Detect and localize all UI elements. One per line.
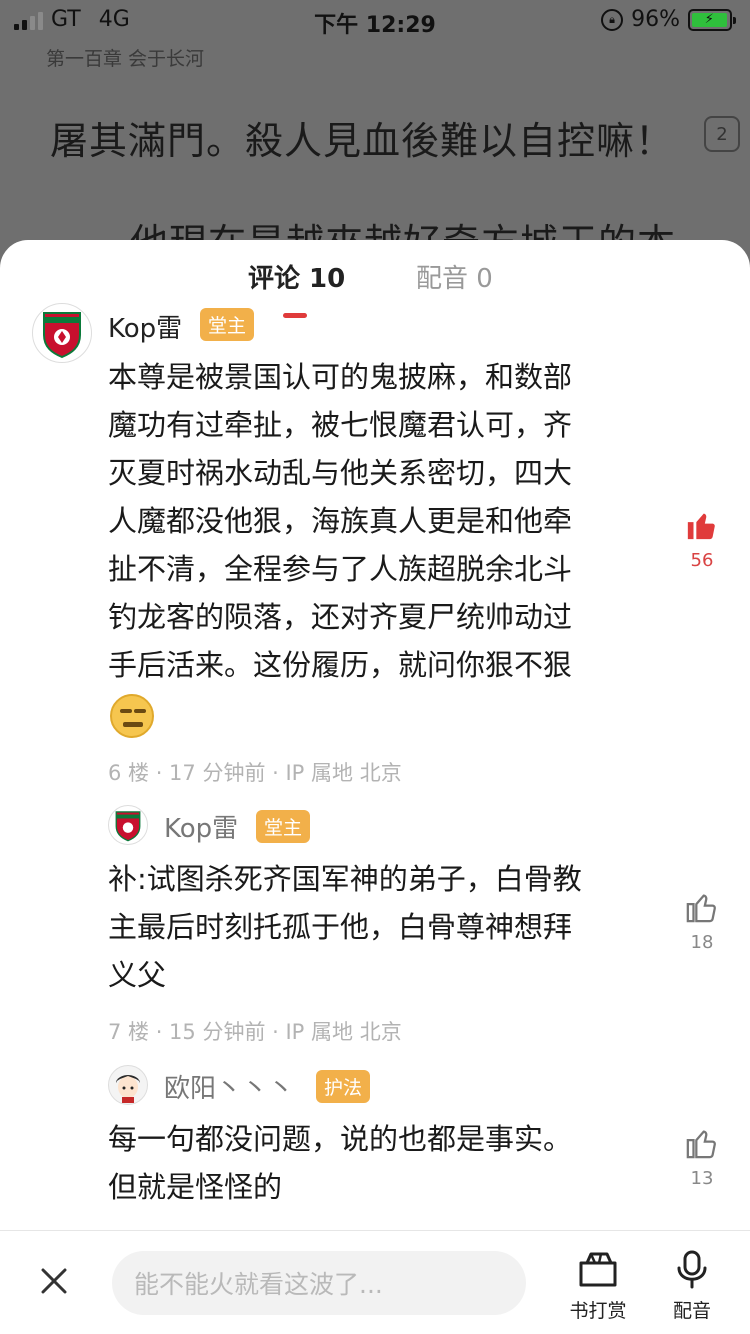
comment-text-line: 主最后时刻托孤于他，白骨尊神想拜 bbox=[108, 910, 573, 944]
thumbs-up-icon bbox=[686, 1130, 716, 1159]
role-badge: 堂主 bbox=[200, 308, 255, 341]
liverpool-crest-avatar[interactable] bbox=[32, 303, 92, 363]
comment-text-line: 但就是怪怪的 bbox=[108, 1170, 283, 1204]
close-icon bbox=[41, 1268, 67, 1294]
bottom-bar: 能不能火就看这波了... 书打赏 配音 bbox=[0, 1230, 750, 1334]
like-count: 56 bbox=[690, 550, 714, 571]
chapter-title: 第一百章 会于长河 bbox=[46, 48, 205, 70]
orientation-lock-icon: 🔒︎ bbox=[601, 8, 624, 31]
like-button[interactable]: 56 bbox=[672, 508, 732, 571]
user-avatar[interactable] bbox=[108, 1065, 148, 1105]
like-count: 13 bbox=[690, 1168, 714, 1189]
username[interactable]: Kop雷 bbox=[164, 808, 238, 845]
liverpool-crest-avatar[interactable] bbox=[108, 805, 148, 845]
comment-text-line: 钓龙客的陨落，还对齐夏尸统帅动过 bbox=[108, 600, 573, 634]
comment-meta: 7 楼 · 15 分钟前 · IP 属地 北京 bbox=[108, 1020, 402, 1044]
like-button[interactable]: 13 bbox=[672, 1126, 732, 1189]
username[interactable]: 欧阳丶丶丶 bbox=[164, 1068, 294, 1105]
comment-text-line: 补:试图杀死齐国军神的弟子，白骨教 bbox=[108, 862, 582, 896]
status-bar: GT 4G 下午 12:29 🔒︎ 96% ⚡︎ bbox=[0, 0, 750, 40]
squint-smile-emoji bbox=[110, 694, 154, 738]
tab-comments[interactable]: 评论 10 bbox=[248, 258, 345, 295]
role-badge: 护法 bbox=[316, 1070, 371, 1103]
comment-meta: 6 楼 · 17 分钟前 · IP 属地 北京 bbox=[108, 761, 402, 785]
comment-text-line: 扯不清，全程参与了人族超脱余北斗 bbox=[108, 552, 573, 586]
username[interactable]: Kop雷 bbox=[108, 308, 182, 345]
thumbs-up-icon bbox=[686, 894, 716, 923]
comment-input[interactable]: 能不能火就看这波了... bbox=[112, 1251, 526, 1315]
reward-label: 书打赏 bbox=[569, 1300, 627, 1322]
reader-page: 第一百章 会于长河 屠其滿門。殺人見血後難以自控嘛！ 2 他現在是越來越好奇方城… bbox=[0, 40, 750, 265]
reader-text-line: 屠其滿門。殺人見血後難以自控嘛！ bbox=[50, 119, 675, 163]
like-count: 18 bbox=[690, 932, 714, 953]
comment-text-line: 义父 bbox=[108, 958, 167, 992]
anime-avatar-icon bbox=[116, 1075, 140, 1103]
liverpool-crest-icon bbox=[43, 312, 81, 359]
dub-button[interactable]: 配音 bbox=[652, 1249, 732, 1323]
comment-text-line: 魔功有过牵扯，被七恨魔君认可，齐 bbox=[108, 408, 573, 442]
like-button[interactable]: 18 bbox=[672, 890, 732, 953]
comment-text-line: 灭夏时祸水动乱与他关系密切，四大 bbox=[108, 456, 573, 490]
comment-sheet: 评论 10 配音 0 Kop雷 堂主 本尊是被景国认可的鬼披麻，和数部 魔功有过… bbox=[0, 240, 750, 1334]
battery-icon: ⚡︎ bbox=[688, 8, 736, 31]
comment-text-line: 人魔都没他狠，海族真人更是和他牵 bbox=[108, 504, 573, 538]
active-tab-indicator bbox=[283, 313, 307, 318]
wallet-icon bbox=[579, 1252, 617, 1287]
comment-text-line: 本尊是被景国认可的鬼披麻，和数部 bbox=[108, 360, 573, 394]
liverpool-crest-icon bbox=[115, 811, 141, 842]
role-badge: 堂主 bbox=[256, 810, 311, 843]
tab-dubbing[interactable]: 配音 0 bbox=[416, 258, 493, 295]
comment-text-line: 每一句都没问题，说的也都是事实。 bbox=[108, 1122, 573, 1156]
reward-button[interactable]: 书打赏 bbox=[558, 1249, 638, 1323]
close-button[interactable] bbox=[34, 1261, 74, 1301]
dub-label: 配音 bbox=[672, 1300, 711, 1322]
paragraph-comment-badge[interactable]: 2 bbox=[704, 116, 740, 152]
status-right: 🔒︎ 96% ⚡︎ bbox=[601, 7, 736, 32]
microphone-icon bbox=[677, 1250, 707, 1289]
comment-text-line: 手后活来。这份履历，就问你狠不狠 bbox=[108, 648, 573, 682]
thumbs-up-icon bbox=[687, 513, 715, 540]
battery-percent: 96% bbox=[631, 7, 680, 32]
